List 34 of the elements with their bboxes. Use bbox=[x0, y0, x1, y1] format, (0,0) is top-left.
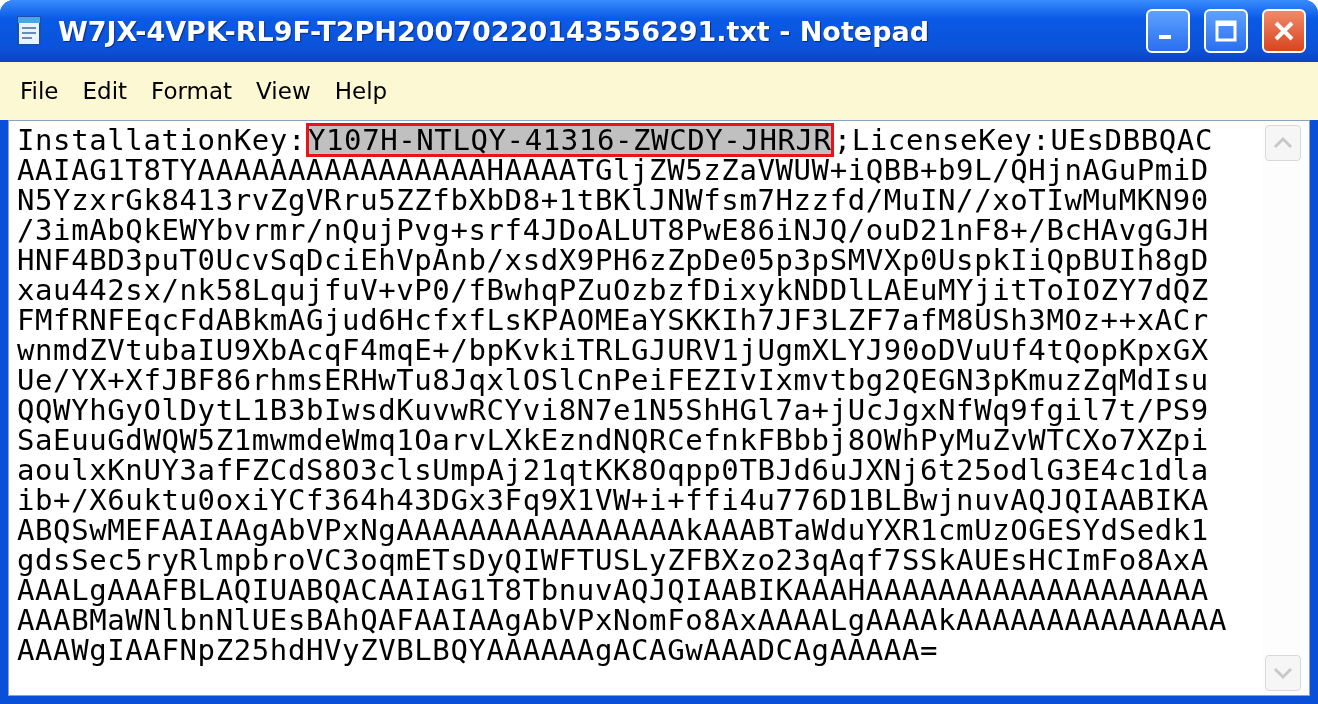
text-line: AAALgAAAFBLAQIUABQACAAIAG1T8TbnuvAQJQIAABIKAAAHAAAAAAAAAAAAAAAAAAA bbox=[17, 575, 1210, 605]
menu-item[interactable]: Edit bbox=[70, 78, 140, 104]
text-line: HNF4BD3puT0UcvSqDciEhVpAnb/xsdX9PH6zZpDe05p3pSMVXp0UspkIiQpBUIh8gD bbox=[17, 245, 1210, 275]
text-line: gdsSec5ryRlmpbroVC3oqmETsDyQIWFTUSLyZFBXzo23qAqf7SSkAUEsHCImFo8AxA bbox=[17, 545, 1210, 575]
text-line: xau442sx/nk58LqujfuV+vP0/fBwhqPZuOzbzfDixykNDDlLAEuMYjitToIOZY7dQZ bbox=[17, 275, 1210, 305]
text-line: ABQSwMEFAAIAAgAbVPxNgAAAAAAAAAAAAAAAAkAAABTaWduYXR1cmUzOGESYdSedk1 bbox=[17, 515, 1210, 545]
chevron-up-icon bbox=[1272, 136, 1294, 150]
text-line: Ue/YX+XfJBF86rhmsERHwTu8JqxlOSlCnPeiFEZIvIxmvtbg2QEGN3pKmuzZqMdIsu bbox=[17, 365, 1210, 395]
text-line: AAABMaWNlbnNlUEsBAhQAFAAIAAgAbVPxNomFo8AxAAAALgAAAAkAAAAAAAAAAAAAAA bbox=[17, 605, 1228, 635]
text-line: AAAWgIAAFNpZ25hdHVyZVBLBQYAAAAAAgACAGwAAADCAgAAAAA= bbox=[17, 635, 939, 665]
menu-item[interactable]: File bbox=[8, 78, 71, 104]
window-title: W7JX-4VPK-RL9F-T2PH20070220143556291.txt - Notepad bbox=[58, 15, 930, 47]
maximize-button[interactable] bbox=[1204, 9, 1248, 53]
text-line: ib+/X6uktu0oxiYCf364h43DGx3Fq9X1VW+i+ffi4u776D1BLBwjnuvAQJQIAABIKA bbox=[17, 485, 1210, 515]
text-line: ;LicenseKey:UEsDBBQAC bbox=[833, 123, 1213, 157]
text-line: InstallationKey: bbox=[17, 123, 306, 157]
minimize-icon bbox=[1159, 35, 1171, 39]
close-icon bbox=[1272, 19, 1296, 43]
menu-item[interactable]: Help bbox=[322, 78, 400, 104]
menu-item[interactable]: Format bbox=[139, 78, 245, 104]
chevron-down-icon bbox=[1272, 666, 1294, 680]
close-button[interactable] bbox=[1262, 9, 1306, 53]
text-line: SaEuuGdWQW5Z1mwmdeWmq1OarvLXkEzndNQRCefnkFBbbj8OWhPyMuZvWTCXo7XZpi bbox=[17, 425, 1210, 455]
text-line: QQWYhGyOlDytL1B3bIwsdKuvwRCYvi8N7e1N5ShHGl7a+jUcJgxNfWq9fgil7t/PS9 bbox=[17, 395, 1210, 425]
maximize-icon bbox=[1214, 19, 1238, 43]
minimize-button[interactable] bbox=[1146, 9, 1190, 53]
text-line: FMfRNFEqcFdABkmAGjud6HcfxfLsKPAOMEaYSKKIh7JF3LZF7afM8USh3MOz++xACr bbox=[17, 305, 1210, 335]
text-line: AAIAG1T8TYAAAAAAAAAAAAAAAAHAAAATGljZW5zZaVWUW+iQBB+b9L/QHjnAGuPmiD bbox=[17, 155, 1209, 185]
notepad-icon bbox=[14, 14, 44, 48]
text-line: N5YzxrGk8413rvZgVRru5ZZfbXbD8+1tBKlJNWfsm7Hzzfd/MuIN//xoTIwMuMKN90 bbox=[17, 185, 1210, 215]
text-line: /3imAbQkEWYbvrmr/nQujPvg+srf4JDoALUT8PwE86iNJQ/ouD21nF8+/BcHAvgGJH bbox=[17, 215, 1210, 245]
text-line: wnmdZVtubaIU9XbAcqF4mqE+/bpKvkiTRLGJURV1jUgmXLYJ90oDVuUf4tQopKpxGX bbox=[17, 335, 1210, 365]
text-line: aoulxKnUY3afFZCdS8O3clsUmpAj21qtKK8Oqpp0TBJd6uJXNj6t25odlG3E4c1dla bbox=[17, 455, 1210, 485]
menu-item[interactable]: View bbox=[244, 78, 323, 104]
